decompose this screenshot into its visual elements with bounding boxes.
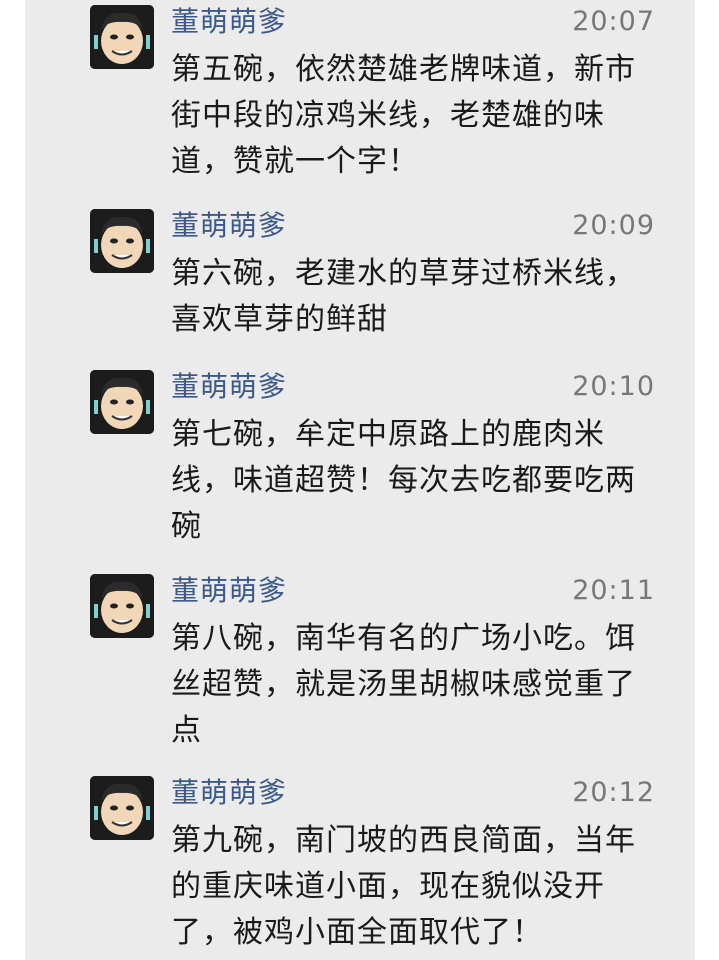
- message-text: 第九碗，南门坡的西良简面，当年的重庆味道小面，现在貌似没开了，被鸡小面全面取代了…: [171, 823, 636, 950]
- sender-name: 董萌萌爹: [171, 776, 288, 809]
- message-time: 20:12: [572, 777, 655, 808]
- cartoon-face-icon: [90, 776, 154, 840]
- avatar[interactable]: [90, 370, 154, 434]
- sender-name: 董萌萌爹: [171, 370, 288, 403]
- sender-name: 董萌萌爹: [171, 574, 288, 607]
- cartoon-face-icon: [90, 209, 154, 273]
- sender-name: 董萌萌爹: [171, 5, 288, 38]
- cartoon-face-icon: [90, 5, 154, 69]
- message-time: 20:11: [572, 575, 655, 606]
- message-time: 20:10: [572, 371, 655, 402]
- message-time: 20:07: [572, 6, 655, 37]
- avatar[interactable]: [90, 574, 154, 638]
- avatar[interactable]: [90, 5, 154, 69]
- message-text: 第七碗，牟定中原路上的鹿肉米线，味道超赞！每次去吃都要吃两碗: [171, 417, 636, 544]
- cartoon-face-icon: [90, 370, 154, 434]
- message-text: 第八碗，南华有名的广场小吃。饵丝超赞，就是汤里胡椒味感觉重了点: [171, 621, 636, 748]
- avatar[interactable]: [90, 776, 154, 840]
- message-text: 第五碗，依然楚雄老牌味道，新市街中段的凉鸡米线，老楚雄的味道，赞就一个字！: [171, 52, 636, 179]
- message-text: 第六碗，老建水的草芽过桥米线，喜欢草芽的鲜甜: [171, 256, 636, 337]
- sender-name: 董萌萌爹: [171, 209, 288, 242]
- chat-panel: 董萌萌爹 20:07 第五碗，依然楚雄老牌味道，新市街中段的凉鸡米线，老楚雄的味…: [25, 0, 695, 960]
- message-time: 20:09: [572, 210, 655, 241]
- avatar[interactable]: [90, 209, 154, 273]
- cartoon-face-icon: [90, 574, 154, 638]
